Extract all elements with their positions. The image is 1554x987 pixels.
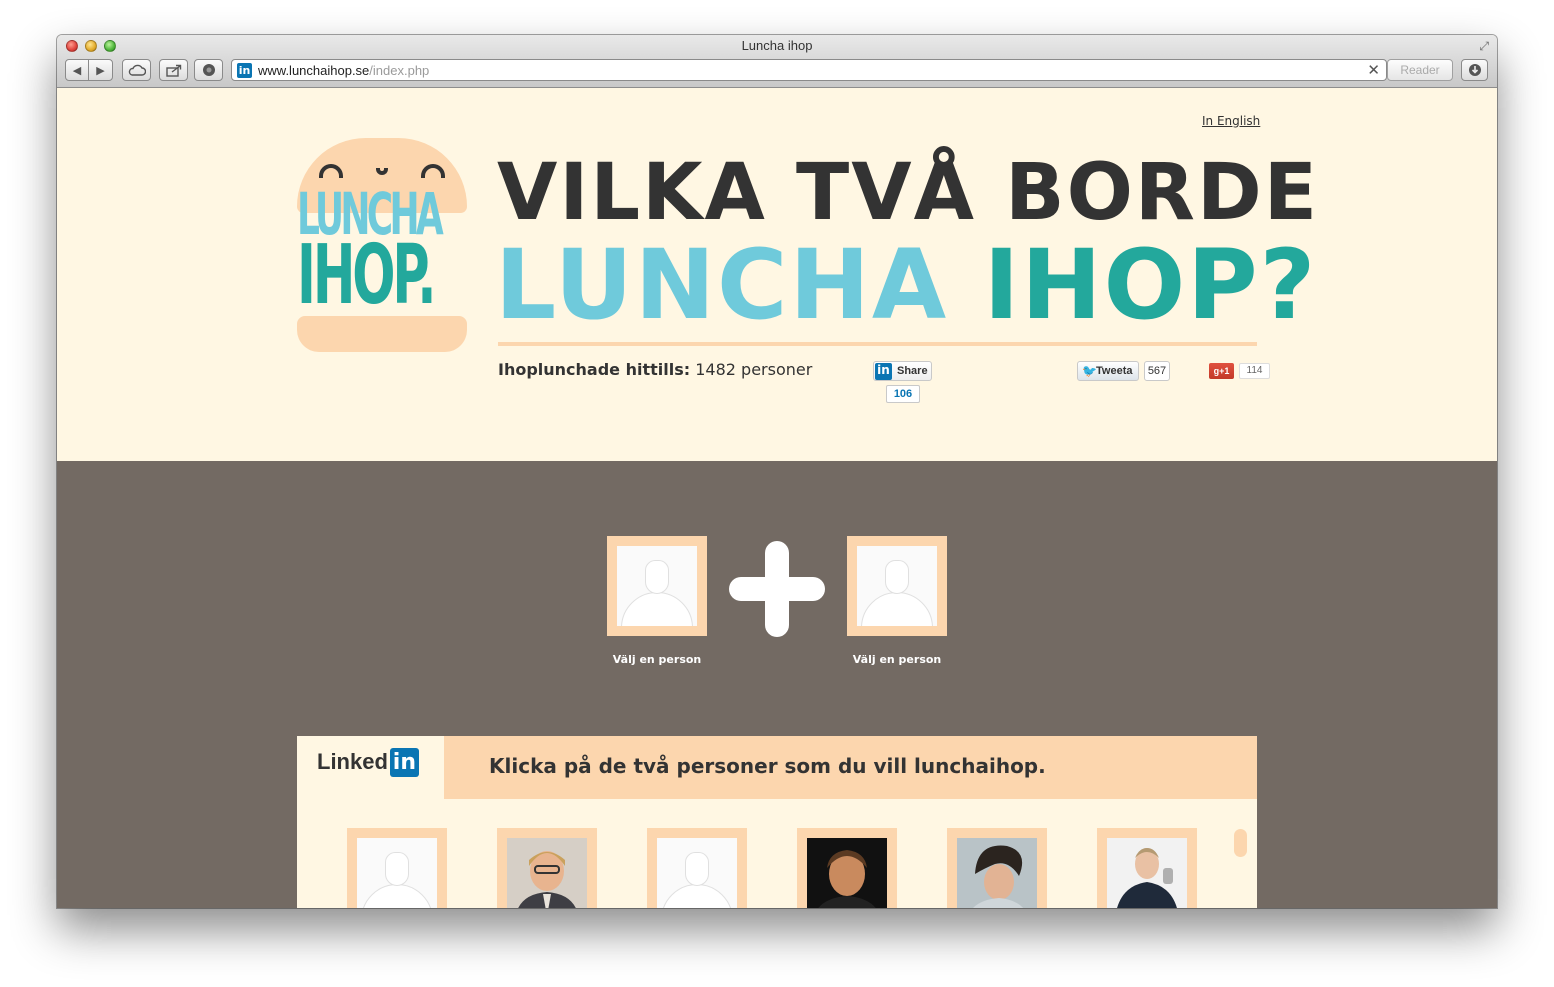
silhouette-head	[885, 560, 909, 594]
in-english-link[interactable]: In English	[1202, 114, 1260, 128]
linkedin-share-count: 106	[886, 385, 920, 403]
google-plus-count: 114	[1239, 363, 1270, 379]
web-page: In English LUNCHA IHOP. VILKA TVÅ BORDE …	[57, 88, 1497, 908]
linkedin-logo: Linked in	[317, 748, 419, 777]
carousel-scrollbar[interactable]	[1234, 829, 1247, 857]
silhouette-head	[645, 560, 669, 594]
placeholder-avatar-icon	[857, 546, 937, 626]
linkedin-logo-word: Linked	[317, 749, 388, 774]
connection-card[interactable]	[347, 828, 447, 908]
connection-card[interactable]	[1097, 828, 1197, 908]
share-icon	[165, 64, 181, 77]
url-host: www.lunchaihop.se	[258, 63, 370, 78]
silhouette-body	[861, 592, 933, 626]
address-bar[interactable]: in www.lunchaihop.se/index.php ✕	[231, 59, 1387, 81]
linkedin-connections-panel: Linked in Klicka på de två personer som d…	[297, 736, 1257, 908]
record-icon	[202, 64, 215, 76]
downloads-button[interactable]	[1461, 59, 1488, 81]
google-plus-one-button[interactable]: g+1	[1209, 363, 1234, 379]
person-slot-1-label: Välj en person	[612, 653, 702, 666]
placeholder-avatar-icon	[617, 546, 697, 626]
tweet-label: Tweeta	[1096, 365, 1133, 377]
web-inspector-button[interactable]	[194, 59, 223, 81]
browser-window: Luncha ihop ⤢ ◀ ▶ in www.lunchaihop.se/i…	[57, 35, 1497, 908]
share-button[interactable]	[159, 59, 188, 81]
counter-value: 1482 personer	[695, 360, 813, 379]
url-path: /index.php	[369, 63, 430, 78]
profile-photo	[1107, 838, 1187, 908]
silhouette-body	[361, 884, 433, 908]
forward-button[interactable]: ▶	[88, 59, 113, 81]
luncha-ihop-logo: LUNCHA IHOP.	[297, 138, 467, 352]
fullscreen-icon[interactable]: ⤢	[1479, 39, 1489, 54]
linkedin-share-button[interactable]: in Share	[873, 361, 932, 381]
silhouette-head	[685, 852, 709, 886]
forward-arrow-icon: ▶	[96, 63, 105, 77]
tweet-button[interactable]: 🐦 Tweeta	[1077, 361, 1139, 381]
plus-icon	[729, 577, 825, 601]
linkedin-favicon-icon: in	[237, 63, 252, 78]
silhouette-body	[621, 592, 693, 626]
linkedin-logo-in: in	[389, 748, 419, 777]
profile-photo	[507, 838, 587, 908]
logo-text-ihop: IHOP.	[297, 228, 437, 323]
headline-ihop: IHOP?	[983, 229, 1318, 341]
profile-photo	[957, 838, 1037, 908]
linkedin-share-label: Share	[897, 365, 928, 377]
connection-card[interactable]	[797, 828, 897, 908]
headline-line1: VILKA TVÅ BORDE	[497, 148, 1319, 238]
picker-section: Välj en person Välj en person Linked in K…	[57, 461, 1497, 908]
instruction-text: Klicka på de två personer som du vill lu…	[489, 754, 1046, 778]
back-button[interactable]: ◀	[65, 59, 89, 81]
headline-divider	[498, 342, 1257, 346]
back-arrow-icon: ◀	[72, 63, 82, 77]
placeholder-avatar-icon	[357, 838, 437, 908]
headline-line2: LUNCHA IHOP?	[495, 236, 1317, 334]
lunch-counter: Ihoplunchade hittills: 1482 personer	[498, 360, 812, 379]
stop-loading-icon[interactable]: ✕	[1367, 61, 1380, 79]
browser-toolbar: Luncha ihop ⤢ ◀ ▶ in www.lunchaihop.se/i…	[57, 35, 1497, 88]
person-slot-1[interactable]	[607, 536, 707, 636]
icloud-tabs-button[interactable]	[122, 59, 151, 81]
hero-section: In English LUNCHA IHOP. VILKA TVÅ BORDE …	[57, 88, 1497, 461]
profile-photo	[807, 838, 887, 908]
twitter-bird-icon: 🐦	[1082, 364, 1097, 378]
download-icon	[1468, 64, 1481, 76]
cloud-icon	[128, 64, 146, 76]
tweet-count: 567	[1144, 361, 1170, 381]
linkedin-icon: in	[875, 363, 892, 380]
url-text: www.lunchaihop.se/index.php	[258, 63, 429, 78]
placeholder-avatar-icon	[657, 838, 737, 908]
window-title: Luncha ihop	[741, 38, 813, 53]
counter-label: Ihoplunchade hittills:	[498, 360, 691, 379]
connection-card[interactable]	[497, 828, 597, 908]
headline-luncha: LUNCHA	[495, 229, 949, 341]
person-slot-2[interactable]	[847, 536, 947, 636]
reader-button[interactable]: Reader	[1387, 59, 1453, 81]
silhouette-head	[385, 852, 409, 886]
person-slot-2-label: Välj en person	[852, 653, 942, 666]
connection-card[interactable]	[947, 828, 1047, 908]
silhouette-body	[661, 884, 733, 908]
connection-card[interactable]	[647, 828, 747, 908]
logo-bun-bottom	[297, 316, 467, 352]
